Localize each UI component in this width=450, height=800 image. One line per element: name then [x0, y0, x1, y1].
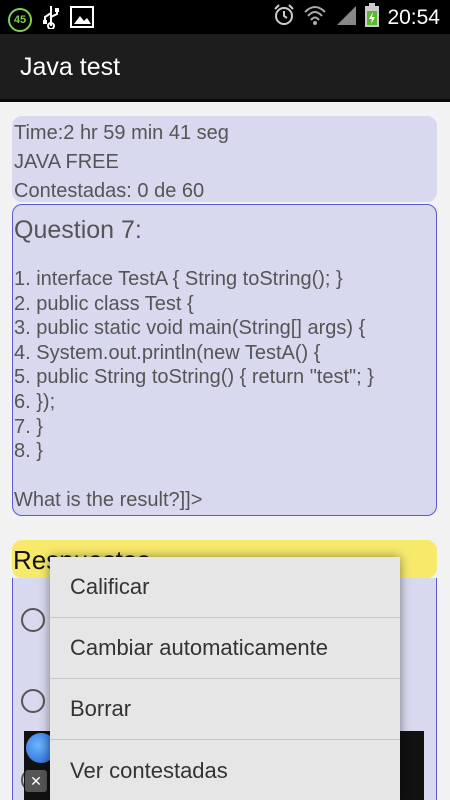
status-bar: 45 20:54 — [0, 0, 450, 34]
menu-item-ver-contestadas[interactable]: Ver contestadas — [50, 740, 400, 800]
status-bar-left: 45 — [8, 5, 94, 34]
time-remaining: Time:2 hr 59 min 41 seg — [14, 122, 229, 144]
question-title: Question 7: — [14, 216, 142, 244]
app-title: Java test — [20, 53, 121, 81]
answer-radio-1[interactable] — [21, 608, 45, 632]
question-prompt: What is the result?]]> — [14, 488, 203, 511]
question-code: 1. interface TestA { String toString(); … — [13, 267, 436, 464]
options-menu: Calificar Cambiar automaticamente Borrar… — [50, 557, 400, 800]
status-bar-right: 20:54 — [273, 3, 440, 32]
code-line: 2. public class Test { — [14, 292, 194, 315]
menu-item-cambiar-automaticamente[interactable]: Cambiar automaticamente — [50, 618, 400, 679]
code-line: 3. public static void main(String[] args… — [14, 317, 366, 340]
notification-count-badge: 45 — [8, 7, 32, 32]
battery-icon — [365, 3, 380, 32]
signal-icon — [335, 4, 357, 31]
action-bar: Java test — [0, 34, 450, 102]
alarm-icon — [273, 4, 295, 31]
answered-count: Contestadas: 0 de 60 — [14, 180, 205, 202]
exam-info-panel: Time:2 hr 59 min 41 seg JAVA FREE Contes… — [12, 116, 437, 202]
code-line: 1. interface TestA { String toString(); … — [14, 268, 343, 290]
answer-radio-2[interactable] — [21, 689, 45, 713]
code-line: 4. System.out.println(new TestA() { — [14, 341, 321, 364]
code-line: 6. }); — [14, 390, 56, 413]
menu-item-borrar[interactable]: Borrar — [50, 679, 400, 740]
code-line: 8. } — [14, 440, 43, 463]
wifi-icon — [303, 4, 327, 31]
code-line: 7. } — [14, 415, 43, 438]
image-icon — [70, 6, 94, 33]
question-panel: Question 7: 1. interface TestA { String … — [12, 204, 437, 516]
status-time: 20:54 — [387, 5, 440, 29]
code-line: 5. public String toString() { return "te… — [14, 366, 374, 389]
ad-close-button[interactable]: ✕ — [25, 770, 47, 792]
menu-item-calificar[interactable]: Calificar — [50, 557, 400, 618]
usb-icon — [42, 5, 60, 34]
exam-name: JAVA FREE — [14, 151, 119, 173]
